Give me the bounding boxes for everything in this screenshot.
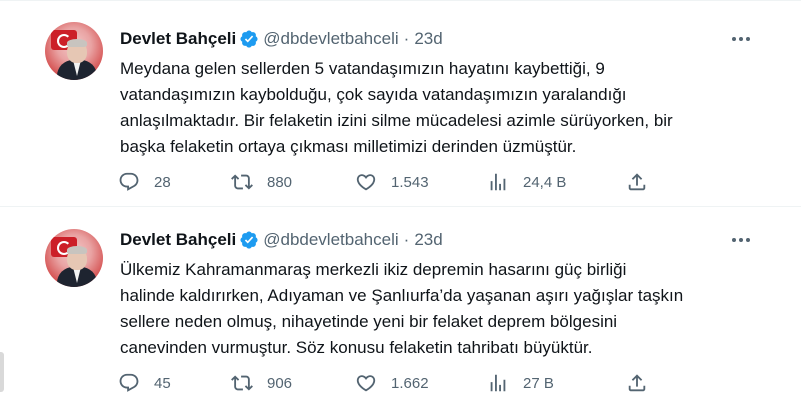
like-icon: [356, 375, 376, 392]
action-bar: 45 906 1.662 27 B: [118, 371, 658, 395]
more-icon: [732, 37, 736, 41]
reply-count: 45: [154, 374, 171, 392]
like-button[interactable]: 1.662: [355, 371, 429, 395]
timestamp[interactable]: 23d: [414, 29, 442, 49]
tweet[interactable]: Devlet Bahçeli @dbdevletbahceli · 23d Me…: [0, 0, 801, 207]
timestamp[interactable]: 23d: [414, 230, 442, 250]
views-button[interactable]: 24,4 B: [487, 170, 566, 194]
author-name[interactable]: Devlet Bahçeli: [120, 230, 236, 250]
verified-badge-icon: [240, 231, 258, 249]
verified-badge-icon: [240, 30, 258, 48]
more-button[interactable]: [727, 28, 755, 50]
tweet-text: Ülkemiz Kahramanmaraş merkezli ikiz depr…: [120, 260, 684, 357]
avatar[interactable]: [45, 22, 103, 80]
views-button[interactable]: 27 B: [487, 371, 554, 395]
more-icon: [732, 238, 736, 242]
separator-dot: ·: [403, 29, 410, 48]
tweet[interactable]: Devlet Bahçeli @dbdevletbahceli · 23d Ül…: [0, 207, 801, 407]
like-count: 1.543: [391, 173, 429, 191]
separator-dot: ·: [403, 230, 410, 249]
retweet-icon: [231, 174, 253, 190]
like-icon: [356, 174, 376, 191]
retweet-button[interactable]: 880: [231, 170, 292, 194]
author-handle[interactable]: @dbdevletbahceli: [263, 230, 398, 250]
views-icon: [490, 173, 506, 191]
views-count: 27 B: [523, 374, 554, 392]
retweet-count: 880: [267, 173, 293, 191]
share-button[interactable]: [626, 170, 648, 194]
tweet-header: Devlet Bahçeli @dbdevletbahceli · 23d: [120, 28, 443, 50]
reply-count: 28: [154, 173, 171, 191]
author-name[interactable]: Devlet Bahçeli: [120, 29, 236, 49]
share-button[interactable]: [626, 371, 648, 395]
reply-button[interactable]: 28: [118, 170, 171, 194]
views-count: 24,4 B: [523, 173, 567, 191]
avatar[interactable]: [45, 229, 103, 287]
like-count: 1.662: [391, 374, 429, 392]
action-bar: 28 880 1.543 24,4 B: [118, 170, 658, 194]
tweet-header: Devlet Bahçeli @dbdevletbahceli · 23d: [120, 229, 443, 251]
reply-icon: [119, 373, 139, 392]
hair-graphic: [67, 246, 87, 254]
hair-graphic: [67, 39, 87, 47]
window-edge: [0, 352, 4, 392]
author-handle[interactable]: @dbdevletbahceli: [263, 29, 398, 49]
share-icon: [628, 173, 646, 191]
retweet-icon: [231, 375, 253, 391]
more-button[interactable]: [727, 229, 755, 251]
like-button[interactable]: 1.543: [355, 170, 429, 194]
views-icon: [490, 374, 506, 392]
retweet-button[interactable]: 906: [231, 371, 292, 395]
share-icon: [628, 374, 646, 392]
retweet-count: 906: [267, 374, 293, 392]
reply-button[interactable]: 45: [118, 371, 171, 395]
reply-icon: [119, 172, 139, 191]
tweet-text: Meydana gelen sellerden 5 vatandaşımızın…: [120, 59, 673, 156]
